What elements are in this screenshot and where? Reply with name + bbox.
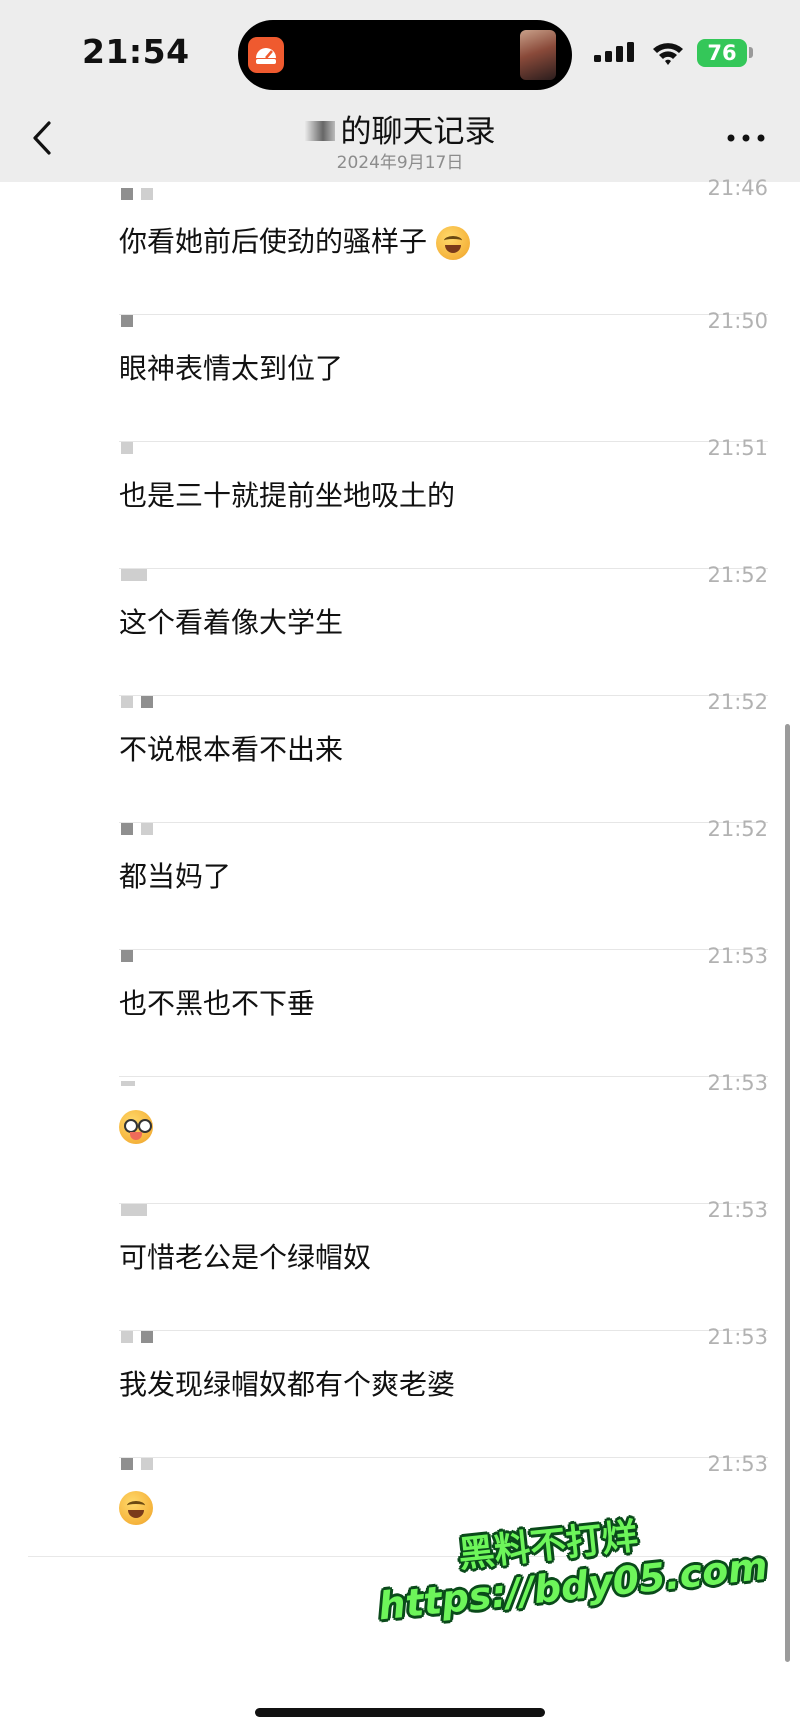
status-bar: 21:54 76 (0, 0, 800, 96)
battery-tip (749, 47, 753, 58)
list-item[interactable]: 21:52 都当妈了 (0, 817, 800, 950)
message-text-content: 你看她前后使劲的骚样子 (119, 225, 428, 258)
redacted-sender (121, 1077, 135, 1089)
app-activity-icon[interactable] (248, 37, 284, 73)
redacted-sender (121, 315, 133, 327)
page-title: 的聊天记录 (0, 106, 800, 151)
message-time: 21:53 (707, 1325, 768, 1349)
message-text (119, 1490, 153, 1525)
status-time: 21:54 (82, 32, 190, 71)
media-thumbnail-icon[interactable] (520, 30, 556, 80)
home-indicator[interactable] (255, 1708, 545, 1717)
signal-icon (594, 42, 634, 62)
message-text: 这个看着像大学生 (119, 606, 344, 639)
list-item[interactable]: 21:53 可惜老公是个绿帽奴 (0, 1198, 800, 1331)
message-time: 21:53 (707, 1198, 768, 1222)
battery-level: 76 (707, 41, 737, 65)
message-time: 21:51 (707, 436, 768, 460)
message-text: 可惜老公是个绿帽奴 (119, 1241, 372, 1274)
more-dots-icon (727, 134, 765, 142)
message-time: 21:50 (707, 309, 768, 333)
dynamic-island[interactable] (238, 20, 572, 90)
list-item[interactable]: 21:46 你看她前后使劲的骚样子 (0, 176, 800, 315)
message-time: 21:52 (707, 563, 768, 587)
page-subtitle: 2024年9月17日 (336, 153, 464, 173)
wifi-icon (653, 43, 683, 65)
message-time: 21:53 (707, 1452, 768, 1476)
list-item[interactable]: 21:53 也不黑也不下垂 (0, 944, 800, 1077)
redacted-sender (121, 823, 153, 835)
message-time: 21:52 (707, 817, 768, 841)
list-item[interactable]: 21:53 我发现绿帽奴都有个爽老婆 (0, 1325, 800, 1458)
nerd-emoji-icon (119, 1110, 153, 1144)
list-item[interactable]: 21:52 不说根本看不出来 (0, 690, 800, 823)
message-time: 21:46 (707, 176, 768, 200)
redacted-sender (121, 950, 133, 962)
message-text: 也是三十就提前坐地吸土的 (119, 479, 456, 512)
scrollbar[interactable] (785, 724, 790, 1662)
message-text: 我发现绿帽奴都有个爽老婆 (119, 1368, 456, 1401)
redacted-name (304, 120, 335, 141)
redacted-sender (121, 1458, 153, 1470)
page-title-text: 的聊天记录 (340, 114, 496, 150)
redacted-sender (121, 569, 147, 581)
message-time: 21:53 (707, 944, 768, 968)
message-text: 眼神表情太到位了 (119, 352, 344, 385)
list-item[interactable]: 21:53 (0, 1071, 800, 1204)
redacted-sender (121, 188, 153, 200)
list-item[interactable]: 21:52 这个看着像大学生 (0, 563, 800, 696)
laugh-cry-emoji-icon (435, 226, 470, 260)
battery-icon: 76 (697, 39, 747, 67)
message-text: 你看她前后使劲的骚样子 (119, 220, 470, 260)
message-text: 都当妈了 (119, 860, 232, 893)
redacted-sender (121, 1204, 147, 1216)
message-text: 也不黑也不下垂 (119, 987, 316, 1020)
more-button[interactable] (722, 120, 770, 156)
list-item[interactable]: 21:50 眼神表情太到位了 (0, 309, 800, 442)
message-time: 21:52 (707, 690, 768, 714)
list-item[interactable]: 21:51 也是三十就提前坐地吸土的 (0, 436, 800, 569)
redacted-sender (121, 696, 153, 708)
redacted-sender (121, 1331, 153, 1343)
nav-bar: 的聊天记录 2024年9月17日 (0, 96, 800, 182)
message-time: 21:53 (707, 1071, 768, 1095)
message-text: 不说根本看不出来 (119, 733, 344, 766)
message-text (119, 1109, 153, 1144)
redacted-sender (121, 442, 133, 454)
laugh-cry-emoji-icon (119, 1491, 153, 1525)
